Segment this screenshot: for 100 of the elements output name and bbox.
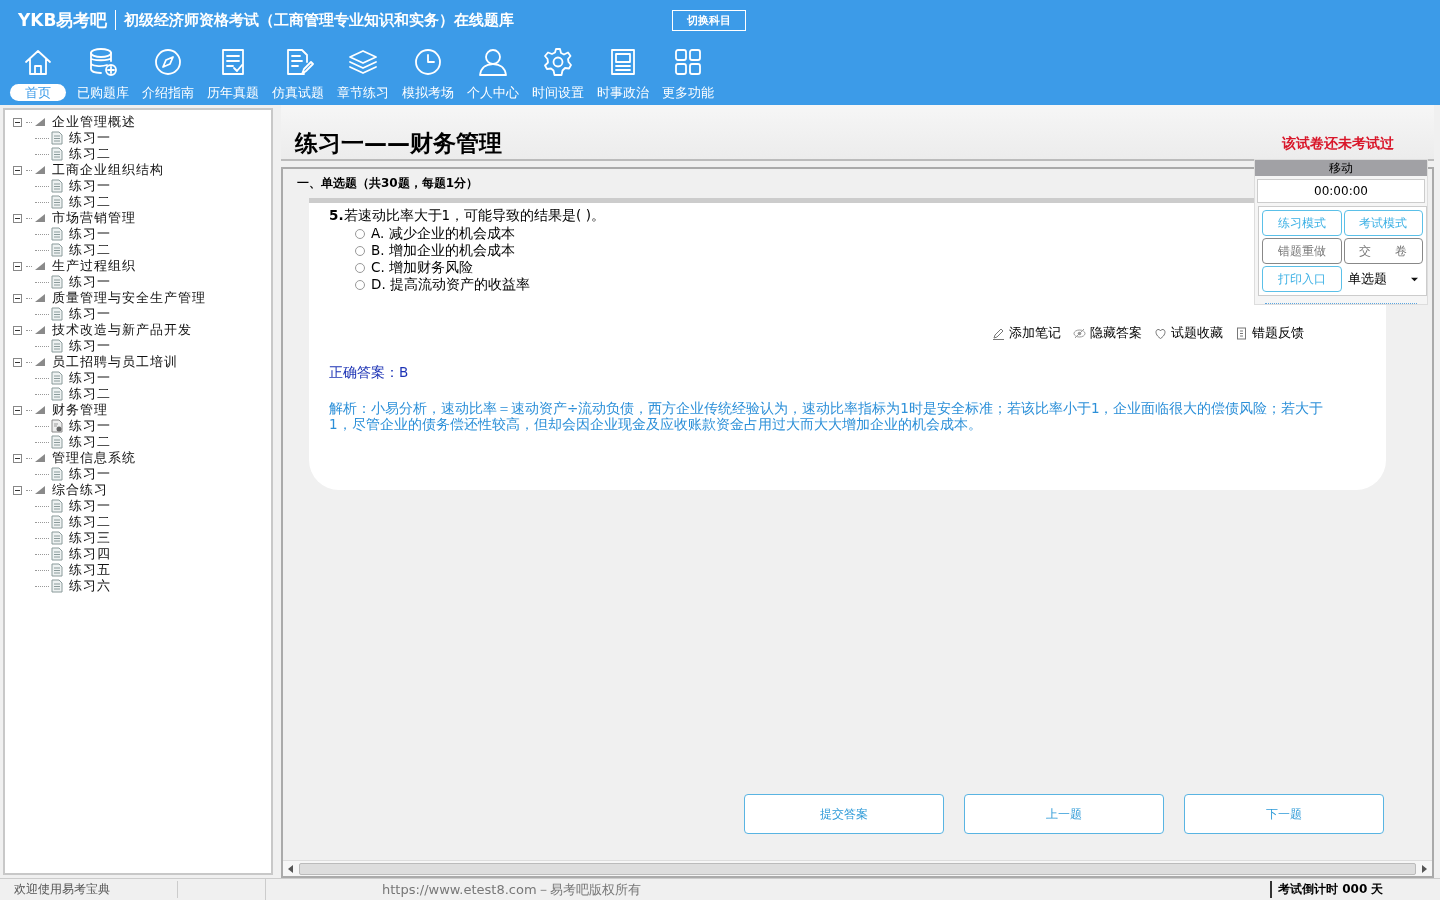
collapse-toggle[interactable]	[13, 325, 22, 335]
document-icon	[51, 307, 63, 321]
collapse-toggle[interactable]	[13, 453, 22, 463]
collapse-toggle[interactable]	[13, 293, 22, 303]
tree-item[interactable]: 练习四	[69, 545, 111, 563]
copyright-text: https://www.etest8.com－易考吧版权所有	[381, 880, 642, 899]
option-text: C. 增加财务风险	[371, 258, 473, 277]
settings-icon	[541, 46, 574, 78]
folder-triangle-icon	[34, 453, 46, 463]
folder-triangle-icon	[34, 485, 46, 495]
tree-item[interactable]: 生产过程组织	[52, 257, 136, 275]
document-icon	[51, 563, 63, 577]
user-icon	[476, 46, 509, 78]
document-icon	[51, 371, 63, 385]
tree-item[interactable]: 练习五	[69, 561, 111, 579]
document-icon	[51, 579, 63, 593]
tree-item[interactable]: 练习一	[69, 465, 111, 483]
radio-button[interactable]	[355, 228, 365, 239]
horizontal-scrollbar[interactable]	[283, 860, 1432, 876]
folder-triangle-icon	[34, 261, 46, 271]
tree-item[interactable]: 练习二	[69, 241, 111, 259]
tree-item[interactable]: 练习二	[69, 385, 111, 403]
tree-item[interactable]: 企业管理概述	[52, 113, 136, 131]
folder-triangle-icon	[34, 213, 46, 223]
document-icon	[51, 179, 63, 193]
collapse-toggle[interactable]	[13, 261, 22, 271]
tree-item[interactable]: 练习二	[69, 193, 111, 211]
option-text: B. 增加企业的机会成本	[371, 241, 515, 260]
correct-answer: 正确答案：B	[329, 364, 410, 382]
collapse-toggle[interactable]	[13, 213, 22, 223]
collapse-toggle[interactable]	[13, 485, 22, 495]
tree-item[interactable]: 练习一	[69, 225, 111, 243]
tree-item[interactable]: 管理信息系统	[52, 449, 136, 467]
tree-item[interactable]: 练习二	[69, 433, 111, 451]
tree-item[interactable]: 练习一	[69, 369, 111, 387]
exam-status: 该试卷还未考试过	[1282, 135, 1394, 153]
document-icon	[51, 435, 63, 449]
tree-item[interactable]: 技术改造与新产品开发	[52, 321, 192, 339]
document-icon	[51, 547, 63, 561]
collapse-toggle[interactable]	[13, 405, 22, 415]
tree-item[interactable]: 练习三	[69, 529, 111, 547]
status-text: 欢迎使用易考宝典	[0, 881, 178, 898]
tree-item[interactable]: 练习一	[69, 129, 111, 147]
radio-button[interactable]	[355, 262, 365, 273]
tree-item[interactable]: 市场营销管理	[52, 209, 136, 227]
document-icon	[51, 499, 63, 513]
document-icon	[51, 227, 63, 241]
folder-triangle-icon	[34, 357, 46, 367]
panel-header[interactable]: 移动	[1255, 160, 1427, 176]
collapse-toggle[interactable]	[13, 117, 22, 127]
option-text: A. 减少企业的机会成本	[371, 224, 515, 243]
document-icon	[51, 339, 63, 353]
document-icon	[51, 531, 63, 545]
document-icon	[51, 147, 63, 161]
collapse-toggle[interactable]	[13, 357, 22, 367]
action-link[interactable]: 隐藏答案	[1073, 325, 1142, 342]
app-logo: YKB易考吧	[18, 10, 117, 30]
document-icon	[51, 275, 63, 289]
section-heading: 一、单选题（共30题，每题1分）	[297, 175, 479, 192]
caret-icon	[1410, 275, 1419, 283]
timer-display: 00:00:00	[1257, 179, 1425, 203]
document-pin-icon	[51, 419, 63, 433]
tree-item[interactable]: 练习一	[69, 177, 111, 195]
radio-button[interactable]	[355, 279, 365, 290]
tree-item[interactable]: 综合练习	[52, 481, 108, 499]
collapse-toggle[interactable]	[13, 165, 22, 175]
action-link[interactable]: 错题反馈	[1235, 325, 1304, 342]
app-title: 初级经济师资格考试（工商管理专业知识和实务）在线题库	[124, 10, 516, 30]
document-icon	[51, 243, 63, 257]
tree-item[interactable]: 练习一	[69, 305, 111, 323]
tree-item[interactable]: 财务管理	[52, 401, 108, 419]
folder-triangle-icon	[34, 293, 46, 303]
folder-triangle-icon	[34, 325, 46, 335]
action-link[interactable]: 试题收藏	[1154, 325, 1223, 342]
document-icon	[51, 515, 63, 529]
document-icon	[51, 131, 63, 145]
folder-triangle-icon	[34, 117, 46, 127]
option-text: D. 提高流动资产的收益率	[371, 275, 530, 294]
tree-item[interactable]: 质量管理与安全生产管理	[52, 289, 206, 307]
action-link[interactable]: 添加笔记	[992, 325, 1061, 342]
radio-button[interactable]	[355, 245, 365, 256]
tree-item[interactable]: 练习二	[69, 513, 111, 531]
answer-analysis: 解析：小易分析，速动比率＝速动资产÷流动负债，西方企业传统经验认为，速动比率指标为1时是安全标准；若该比率小于1，企业面临很大的偿债风险；若大于1，尽管企业的债务偿还性较高，但却会因企业现金及应收账款资金占用过大而大大增加企业的机会成本。	[329, 400, 1325, 432]
tree-item[interactable]: 练习一	[69, 337, 111, 355]
eye-slash-icon	[1073, 327, 1086, 340]
tree-item[interactable]: 工商企业组织结构	[52, 161, 164, 179]
tree-item[interactable]: 练习一	[69, 497, 111, 515]
folder-triangle-icon	[34, 165, 46, 175]
report-icon	[1235, 327, 1248, 340]
tree-item[interactable]: 练习二	[69, 145, 111, 163]
tree-item[interactable]: 练习一	[69, 273, 111, 291]
page-title: 练习一——财务管理	[295, 129, 502, 158]
tree-item[interactable]: 员工招聘与员工培训	[52, 353, 178, 371]
document-icon	[51, 387, 63, 401]
heart-icon	[1154, 327, 1167, 340]
document-icon	[51, 195, 63, 209]
tree-item[interactable]: 练习六	[69, 577, 111, 595]
tree-item[interactable]: 练习一	[69, 417, 111, 435]
countdown-text: 考试倒计时 000 天	[1270, 881, 1440, 898]
question-text: 5.若速动比率大于1，可能导致的结果是( )。	[329, 207, 605, 225]
